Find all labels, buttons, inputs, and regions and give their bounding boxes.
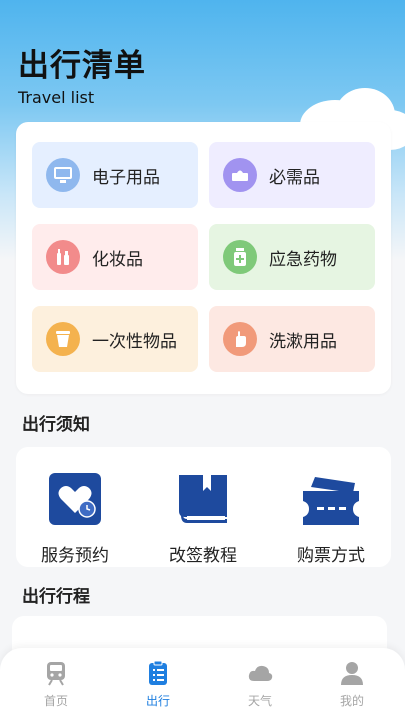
- notice-section-title: 出行须知: [22, 415, 90, 435]
- category-label: 洗漱用品: [269, 331, 337, 352]
- tab-label: 天气: [247, 694, 272, 708]
- monitor-icon: [46, 158, 80, 192]
- category-emergency-medicine[interactable]: 应急药物: [209, 224, 375, 290]
- person-icon: [339, 660, 365, 686]
- tab-label: 首页: [43, 694, 68, 708]
- tab-weather[interactable]: 天气: [230, 660, 290, 709]
- category-essentials[interactable]: 必需品: [209, 142, 375, 208]
- itinerary-section-title: 出行行程: [22, 587, 90, 607]
- category-label: 一次性物品: [92, 331, 177, 352]
- notice-label: 购票方式: [297, 546, 365, 566]
- reschedule-tutorial-button[interactable]: 改签教程: [148, 469, 258, 566]
- medicine-bottle-icon: [223, 240, 257, 274]
- notice-label: 服务预约: [41, 546, 109, 566]
- tab-label: 我的: [339, 694, 364, 708]
- category-label: 电子用品: [92, 167, 160, 188]
- tab-home[interactable]: 首页: [26, 660, 86, 709]
- cloud-icon: [247, 660, 273, 686]
- bottom-tab-bar: 首页 出行 天气 我的: [0, 648, 405, 720]
- tissue-box-icon: [223, 158, 257, 192]
- hand-wash-icon: [223, 322, 257, 356]
- category-label: 应急药物: [269, 249, 337, 270]
- ticket-icon: [301, 469, 361, 529]
- notice-label: 改签教程: [169, 546, 237, 566]
- category-label: 化妆品: [92, 249, 143, 270]
- clipboard-list-icon: [145, 660, 171, 686]
- train-icon: [43, 660, 69, 686]
- category-disposables[interactable]: 一次性物品: [32, 306, 198, 372]
- page-title: 出行清单: [18, 48, 146, 84]
- category-label: 必需品: [269, 167, 320, 188]
- notice-card: 服务预约 改签教程 购票方式: [16, 447, 391, 567]
- tab-travel[interactable]: 出行: [128, 660, 188, 709]
- service-booking-button[interactable]: 服务预约: [20, 469, 130, 566]
- disposable-cup-icon: [46, 322, 80, 356]
- heart-clock-icon: [45, 469, 105, 529]
- tab-profile[interactable]: 我的: [322, 660, 382, 709]
- ticket-purchase-button[interactable]: 购票方式: [276, 469, 386, 566]
- category-toiletries[interactable]: 洗漱用品: [209, 306, 375, 372]
- category-electronics[interactable]: 电子用品: [32, 142, 198, 208]
- page-subtitle: Travel list: [18, 88, 95, 107]
- category-cosmetics[interactable]: 化妆品: [32, 224, 198, 290]
- cosmetics-icon: [46, 240, 80, 274]
- tab-label: 出行: [145, 694, 170, 708]
- book-icon: [173, 469, 233, 529]
- category-card: 电子用品 必需品 化妆品 应急药物 一次性物品 洗漱用品: [16, 122, 391, 394]
